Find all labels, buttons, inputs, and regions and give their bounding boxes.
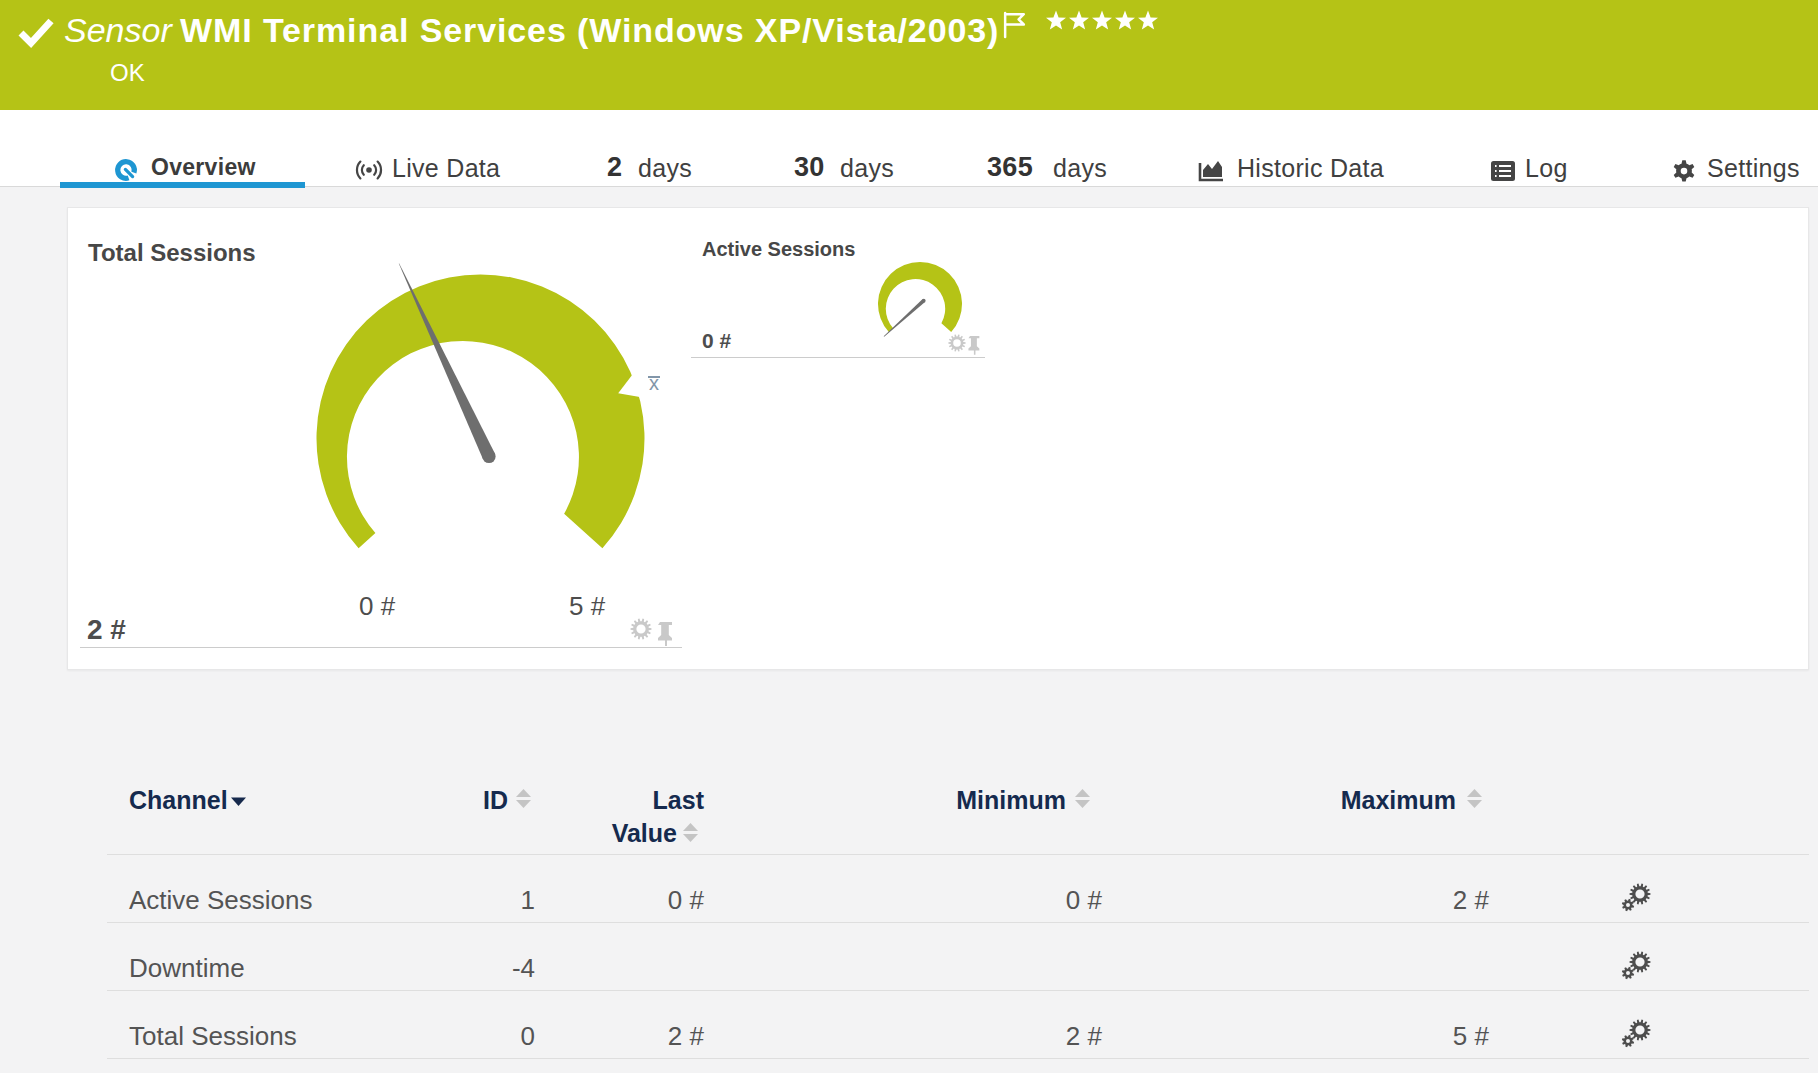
svg-text:x: x [649, 372, 659, 394]
